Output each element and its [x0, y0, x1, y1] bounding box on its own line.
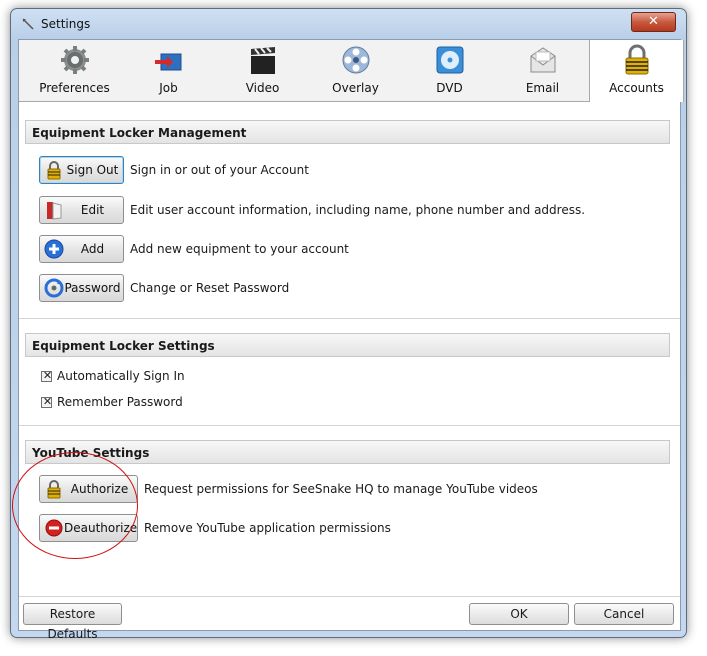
plus-circle-icon [44, 239, 64, 259]
tab-bar: Preferences Job Video Overlay DVD Email [19, 40, 684, 102]
button-label: Sign Out [66, 163, 119, 177]
edit-description: Edit user account information, including… [130, 203, 586, 217]
remember-password-checkbox[interactable]: ✕ [41, 395, 53, 408]
button-label: Password [64, 281, 121, 295]
app-icon [21, 17, 35, 31]
restore-defaults-button[interactable]: Restore Defaults [23, 603, 122, 641]
tab-label: Overlay [332, 81, 379, 95]
add-description: Add new equipment to your account [130, 242, 349, 256]
ok-button[interactable]: OK [469, 603, 569, 625]
tab-label: Video [245, 81, 280, 95]
sign-out-description: Sign in or out of your Account [130, 163, 309, 177]
book-icon [47, 202, 62, 220]
tab-email[interactable]: Email [496, 40, 589, 101]
section-header-youtube: YouTube Settings [25, 440, 670, 464]
checkmark-icon: ✕ [42, 395, 53, 408]
refresh-key-icon [44, 278, 64, 298]
tab-accounts[interactable]: Accounts [589, 40, 684, 102]
password-description: Change or Reset Password [130, 281, 290, 295]
lock-icon [47, 161, 61, 180]
remember-password-label: Remember Password [57, 395, 183, 409]
section-header-locker-management: Equipment Locker Management [25, 120, 670, 144]
tab-video[interactable]: Video [216, 40, 309, 101]
lock-icon [47, 480, 61, 499]
title-bar: Settings ✕ [11, 9, 686, 39]
auto-sign-in-checkbox[interactable]: ✕ [41, 369, 53, 382]
cancel-button[interactable]: Cancel [574, 603, 674, 625]
button-label: Authorize [70, 482, 129, 496]
tab-label: Preferences [39, 81, 110, 95]
tab-label: Accounts [609, 81, 664, 95]
close-icon: ✕ [648, 14, 659, 29]
section-header-locker-settings: Equipment Locker Settings [25, 333, 670, 357]
button-label: Deauthorize [64, 521, 138, 535]
password-button[interactable]: Password [39, 274, 124, 302]
settings-window: Settings ✕ Preferences Job Video Overlay [10, 8, 687, 641]
section-divider [19, 318, 680, 319]
gear-icon [61, 46, 89, 74]
checkmark-icon: ✕ [42, 369, 53, 382]
footer-divider [19, 596, 680, 597]
authorize-button[interactable]: Authorize [39, 475, 138, 503]
padlock-icon [625, 44, 649, 75]
client-area: Preferences Job Video Overlay DVD Email [18, 39, 684, 641]
no-entry-icon [45, 519, 63, 537]
tab-overlay[interactable]: Overlay [309, 40, 402, 101]
tab-dvd[interactable]: DVD [403, 40, 496, 101]
edit-button[interactable]: Edit [39, 196, 124, 224]
button-label: Add [80, 242, 105, 256]
envelope-icon [530, 47, 556, 73]
tab-label: Email [525, 81, 560, 95]
button-label: Edit [80, 203, 105, 217]
auto-sign-in-label: Automatically Sign In [57, 369, 185, 383]
tab-preferences[interactable]: Preferences [28, 40, 121, 101]
window-title: Settings [41, 17, 91, 31]
authorize-description: Request permissions for SeeSnake HQ to m… [144, 482, 538, 496]
dvd-icon [436, 46, 464, 74]
accounts-panel: Equipment Locker Management Sign Out Sig… [19, 102, 680, 641]
deauthorize-button[interactable]: Deauthorize [39, 514, 138, 542]
sign-out-button[interactable]: Sign Out [39, 156, 124, 184]
tab-label: DVD [436, 81, 463, 95]
tab-label: Job [159, 81, 178, 95]
clapperboard-icon [251, 47, 275, 74]
add-button[interactable]: Add [39, 235, 124, 263]
tab-job[interactable]: Job [122, 40, 215, 101]
film-reel-icon [342, 46, 370, 74]
deauthorize-description: Remove YouTube application permissions [144, 521, 391, 535]
section-divider [19, 425, 680, 426]
job-arrow-icon [155, 53, 182, 71]
close-button[interactable]: ✕ [631, 12, 676, 32]
